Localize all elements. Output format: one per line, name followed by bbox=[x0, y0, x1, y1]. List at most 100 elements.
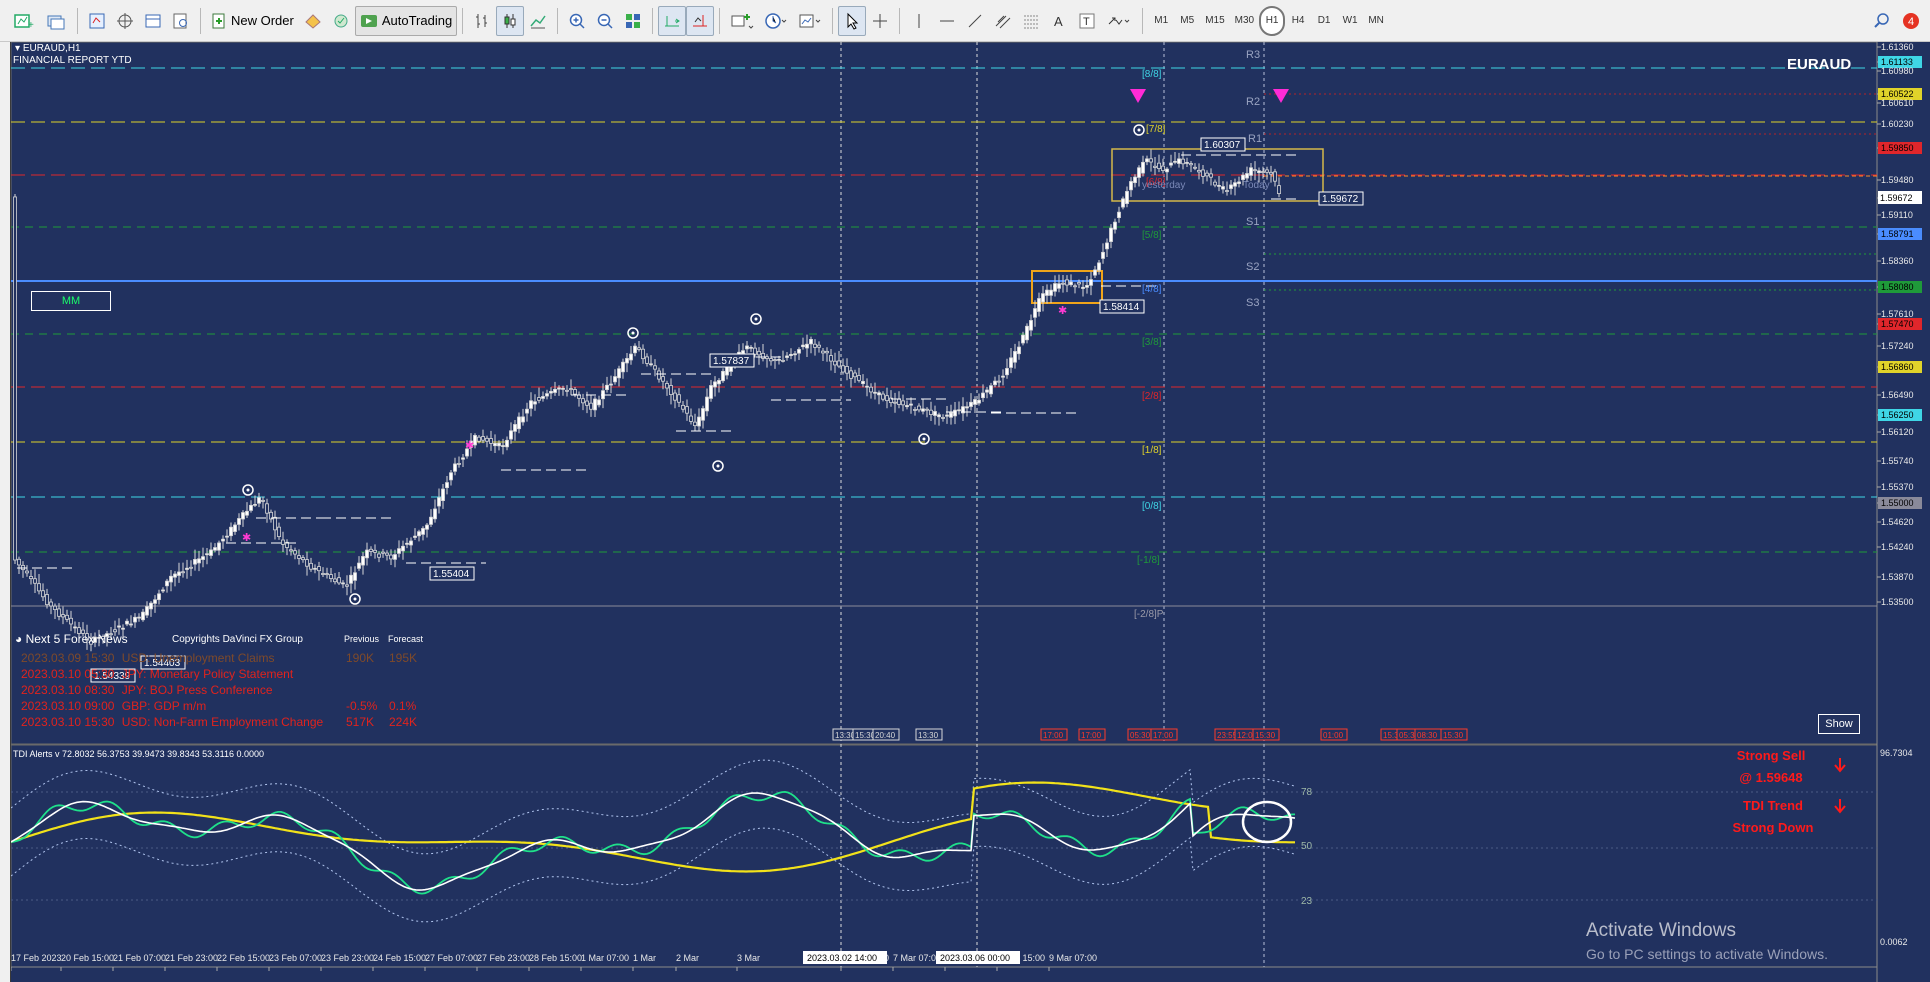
timeframe-mn[interactable]: MN bbox=[1363, 6, 1389, 36]
timeframe-group: M1 M5 M15 M30 H1 H4 D1 W1 MN bbox=[1148, 5, 1389, 36]
chart-shift-button[interactable] bbox=[686, 5, 715, 36]
chart-canvas[interactable]: ✱ ✱ ✱ 1.60307 1.59672 1.58414 1.57837 1.… bbox=[11, 42, 1930, 982]
candle-body bbox=[1017, 346, 1021, 355]
price-axis-label: 1.60230 bbox=[1881, 119, 1914, 129]
candle-body bbox=[1265, 169, 1269, 173]
news-time: 2023.03.10 15:30 bbox=[21, 715, 115, 729]
candle-body bbox=[445, 482, 449, 489]
mm-button[interactable]: MM bbox=[31, 291, 111, 311]
tdi-line bbox=[11, 781, 1295, 873]
indicators-button[interactable] bbox=[725, 6, 759, 36]
zoom-in-button[interactable] bbox=[563, 6, 591, 36]
notifications-button[interactable]: 4 bbox=[1896, 6, 1926, 36]
event-tag-text: 13:30 bbox=[835, 731, 856, 740]
candle-body bbox=[585, 400, 589, 406]
periods-button[interactable] bbox=[759, 6, 793, 36]
signal-strong-sell: Strong Sell bbox=[1737, 748, 1806, 763]
time-axis-label: 21 Feb 23:00 bbox=[165, 953, 218, 963]
candle-body bbox=[493, 443, 497, 447]
candle-body bbox=[849, 370, 853, 379]
timeframe-h4[interactable]: H4 bbox=[1285, 6, 1311, 36]
vertical-line-button[interactable] bbox=[905, 6, 933, 36]
candle-body bbox=[1161, 165, 1165, 172]
candle-body bbox=[217, 542, 221, 551]
candle-body bbox=[169, 575, 173, 583]
trendline-button[interactable] bbox=[961, 6, 989, 36]
label-button[interactable]: T bbox=[1073, 6, 1101, 36]
candle-body bbox=[921, 408, 925, 412]
fibonacci-button[interactable] bbox=[1017, 6, 1045, 36]
candle-body bbox=[241, 512, 245, 520]
data-window-button[interactable] bbox=[139, 6, 167, 36]
toolbar-separator bbox=[652, 7, 654, 34]
navigator-icon bbox=[117, 12, 133, 29]
horizontal-line-button[interactable] bbox=[933, 6, 961, 36]
price-axis-label: 1.56120 bbox=[1881, 427, 1914, 437]
globe-icon: ◕ bbox=[15, 632, 23, 646]
channel-button[interactable] bbox=[989, 6, 1017, 36]
toolbar-separator bbox=[77, 7, 78, 34]
market-watch-button[interactable] bbox=[83, 6, 111, 36]
candle-body bbox=[1261, 171, 1265, 173]
candle-body bbox=[1029, 320, 1033, 331]
autotrading-icon bbox=[360, 14, 377, 27]
crosshair-nav-button[interactable] bbox=[111, 6, 139, 36]
tester-button[interactable] bbox=[167, 6, 195, 36]
timeframe-w1[interactable]: W1 bbox=[1337, 6, 1363, 36]
timeframe-h1[interactable]: H1 bbox=[1259, 5, 1286, 36]
bar-chart-button[interactable] bbox=[468, 6, 496, 36]
chart-window[interactable]: ✱ ✱ ✱ 1.60307 1.59672 1.58414 1.57837 1.… bbox=[10, 42, 1930, 982]
candle-body bbox=[897, 398, 901, 405]
star-marker-icon: ✱ bbox=[465, 440, 474, 452]
timeframe-m30[interactable]: M30 bbox=[1230, 6, 1259, 36]
candle-body bbox=[1137, 167, 1141, 178]
line-chart-button[interactable] bbox=[524, 6, 552, 36]
candle-body bbox=[405, 542, 409, 545]
candle-body bbox=[317, 566, 321, 572]
candle-body bbox=[1217, 184, 1221, 187]
candle-body bbox=[1033, 308, 1037, 318]
candle-body bbox=[705, 396, 709, 412]
candle-body bbox=[817, 344, 821, 348]
metaeditor-button[interactable] bbox=[299, 6, 327, 36]
candle-body bbox=[625, 358, 629, 364]
timeframe-m1[interactable]: M1 bbox=[1148, 6, 1174, 36]
new-order-icon bbox=[212, 13, 225, 28]
text-button[interactable]: A bbox=[1045, 6, 1073, 36]
search-button[interactable] bbox=[1868, 6, 1896, 36]
candle-body bbox=[1089, 279, 1093, 286]
signals-button[interactable] bbox=[327, 6, 355, 36]
tile-windows-button[interactable] bbox=[619, 6, 647, 36]
zoom-out-button[interactable] bbox=[591, 6, 619, 36]
text-label-icon: T bbox=[1079, 13, 1095, 28]
candle-body bbox=[1145, 158, 1149, 163]
tdi-scale-top: 96.7304 bbox=[1880, 748, 1913, 758]
tdi-level-label: 78 bbox=[1301, 787, 1313, 798]
arrows-button[interactable] bbox=[1101, 6, 1137, 36]
cursor-button[interactable] bbox=[838, 5, 867, 36]
autotrading-button[interactable]: AutoTrading bbox=[354, 5, 458, 36]
candle-body bbox=[373, 549, 377, 553]
timeframe-m15[interactable]: M15 bbox=[1200, 6, 1229, 36]
candle-body bbox=[1141, 161, 1145, 174]
candle-body bbox=[949, 412, 953, 418]
show-news-button[interactable]: Show bbox=[1818, 714, 1860, 734]
candlestick-button[interactable] bbox=[496, 5, 525, 36]
murrey-label: [-1/8] bbox=[1137, 555, 1160, 566]
fractal-dot bbox=[754, 317, 758, 321]
event-tag-text: 17:00 bbox=[1043, 731, 1064, 740]
candle-body bbox=[937, 414, 941, 418]
text-icon: A bbox=[1054, 14, 1063, 29]
templates-button[interactable] bbox=[793, 6, 827, 36]
crosshair-button[interactable] bbox=[866, 6, 894, 36]
candle-body bbox=[885, 395, 889, 402]
profiles-button[interactable] bbox=[40, 6, 72, 36]
new-order-button[interactable]: New Order bbox=[206, 6, 299, 36]
timeframe-m5[interactable]: M5 bbox=[1174, 6, 1200, 36]
new-chart-button[interactable]: + bbox=[8, 6, 40, 36]
time-axis-label: 7 Mar 07:00 bbox=[893, 953, 941, 963]
autoscroll-button[interactable] bbox=[658, 5, 687, 36]
svg-text:T: T bbox=[1083, 16, 1090, 28]
pivot-label: R2 bbox=[1246, 96, 1260, 108]
timeframe-d1[interactable]: D1 bbox=[1311, 6, 1337, 36]
